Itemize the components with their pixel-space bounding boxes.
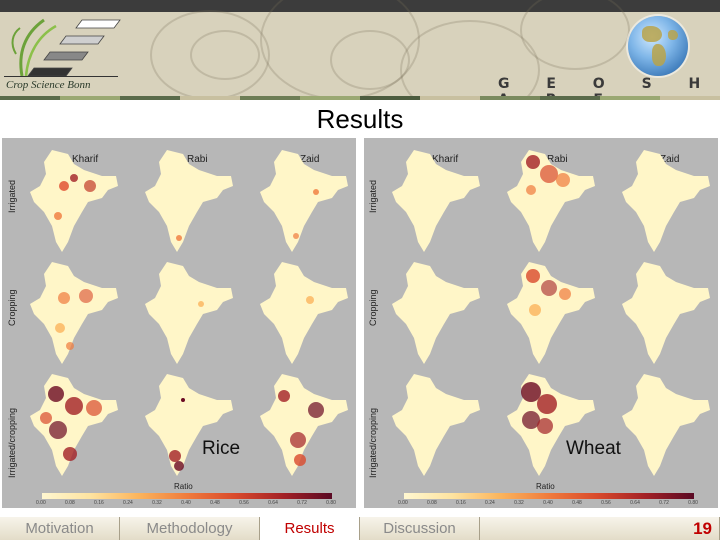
india-map	[30, 150, 118, 252]
legend-tick: 0.72	[659, 500, 669, 506]
footer-nav: Motivation Methodology Results Discussio…	[0, 517, 720, 540]
legend-tick: 0.48	[210, 500, 220, 506]
legend-tick: 0.24	[123, 500, 133, 506]
india-map	[30, 262, 118, 364]
row-label-cropping: Cropping	[368, 289, 378, 326]
tab-results[interactable]: Results	[260, 517, 360, 540]
india-map	[392, 374, 480, 476]
row-label-irrigated-cropping: Irrigated/cropping	[368, 407, 378, 478]
row-label-irrigated: Irrigated	[368, 179, 378, 213]
india-map	[260, 262, 348, 364]
legend-tick: 0.00	[398, 500, 408, 506]
legend-tick: 0.48	[572, 500, 582, 506]
header-stripe	[0, 96, 720, 100]
row-label-irrigated-cropping: Irrigated/cropping	[7, 407, 17, 478]
legend-tick: 0.16	[94, 500, 104, 506]
legend-tick: 0.80	[326, 500, 336, 506]
legend-tick: 0.56	[601, 500, 611, 506]
slide-header: Crop Science Bonn G E O S H A R E	[0, 0, 720, 100]
logo-text: Crop Science Bonn	[6, 79, 91, 91]
background-pattern	[330, 30, 410, 90]
page-number: 19	[693, 519, 712, 538]
india-map	[392, 262, 480, 364]
india-map	[507, 150, 595, 252]
legend-tick: 0.08	[427, 500, 437, 506]
india-map	[145, 150, 233, 252]
legend-tick: 0.08	[65, 500, 75, 506]
legend-tick: 0.32	[152, 500, 162, 506]
logo-divider	[4, 76, 118, 77]
legend-ticks: 0.00 0.08 0.16 0.24 0.32 0.40 0.48 0.56 …	[398, 500, 698, 506]
india-map	[507, 262, 595, 364]
legend-tick: 0.40	[543, 500, 553, 506]
india-map	[622, 150, 710, 252]
wheat-figure-panel: Kharif Rabi Zaid Irrigated Cropping Irri…	[364, 138, 718, 508]
legend-tick: 0.64	[630, 500, 640, 506]
india-map	[260, 374, 348, 476]
legend-ticks: 0.00 0.08 0.16 0.24 0.32 0.40 0.48 0.56 …	[36, 500, 336, 506]
background-pattern	[190, 30, 260, 80]
crop-label-rice: Rice	[202, 438, 241, 459]
india-map	[622, 262, 710, 364]
india-map	[392, 150, 480, 252]
color-legend-bar	[42, 493, 332, 499]
legend-tick: 0.56	[239, 500, 249, 506]
legend-tick: 0.40	[181, 500, 191, 506]
color-legend-bar	[404, 493, 694, 499]
tab-empty	[480, 517, 720, 540]
tab-methodology[interactable]: Methodology	[120, 517, 260, 540]
legend-title: Ratio	[536, 482, 555, 491]
tab-discussion[interactable]: Discussion	[360, 517, 480, 540]
legend-tick: 0.00	[36, 500, 46, 506]
slide-title: Results	[316, 104, 404, 134]
india-map	[507, 374, 595, 476]
row-label-cropping: Cropping	[7, 289, 17, 326]
india-map	[145, 374, 233, 476]
tab-motivation[interactable]: Motivation	[0, 517, 120, 540]
india-map	[622, 374, 710, 476]
legend-tick: 0.24	[485, 500, 495, 506]
legend-tick: 0.80	[688, 500, 698, 506]
legend-tick: 0.64	[268, 500, 278, 506]
globe-icon	[628, 16, 688, 76]
legend-tick: 0.32	[514, 500, 524, 506]
india-map	[260, 150, 348, 252]
crop-label-wheat: Wheat	[566, 438, 621, 459]
row-label-irrigated: Irrigated	[7, 179, 17, 213]
india-map	[145, 262, 233, 364]
legend-title: Ratio	[174, 482, 193, 491]
legend-tick: 0.16	[456, 500, 466, 506]
rice-figure-panel: Kharif Rabi Zaid Irrigated Cropping Irri…	[2, 138, 356, 508]
india-map	[30, 374, 118, 476]
legend-tick: 0.72	[297, 500, 307, 506]
